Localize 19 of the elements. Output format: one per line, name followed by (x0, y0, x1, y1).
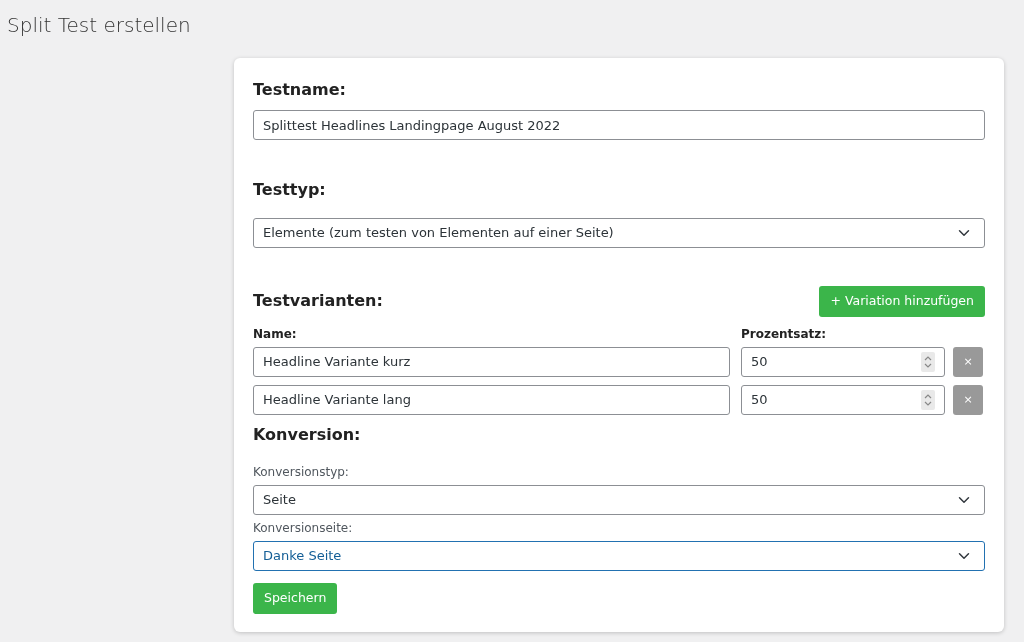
section-heading: Konversion: (253, 423, 362, 446)
testtype-select[interactable]: Elemente (zum testen von Elementen auf einer Seite) (253, 218, 985, 248)
conversion-select[interactable]: Danke Seite (253, 540, 985, 571)
conversion-select[interactable]: Seite (253, 484, 985, 515)
variant-name-field[interactable]: Headline Variante kurz (253, 346, 730, 377)
percent-field[interactable]: 50 (741, 384, 945, 415)
page-title: Split Test erstellen (7, 12, 192, 39)
spinner-icon[interactable] (921, 351, 935, 372)
spinner-icon[interactable] (921, 389, 935, 410)
variant-name-field[interactable]: Headline Variante lang (253, 384, 730, 415)
field-label: Testname: (253, 79, 347, 101)
column-label: Name: (253, 325, 298, 343)
testname-field[interactable]: Splittest Headlines Landingpage August 2022 (253, 110, 985, 140)
field-label: Testtyp: (253, 179, 327, 201)
field-label: Konversionseite: (253, 519, 354, 537)
percent-field[interactable]: 50 (741, 346, 945, 377)
field-label: Konversionstyp: (253, 463, 350, 481)
column-label: Prozentsatz: (741, 325, 827, 343)
section-heading: Testvarianten: (253, 290, 383, 313)
